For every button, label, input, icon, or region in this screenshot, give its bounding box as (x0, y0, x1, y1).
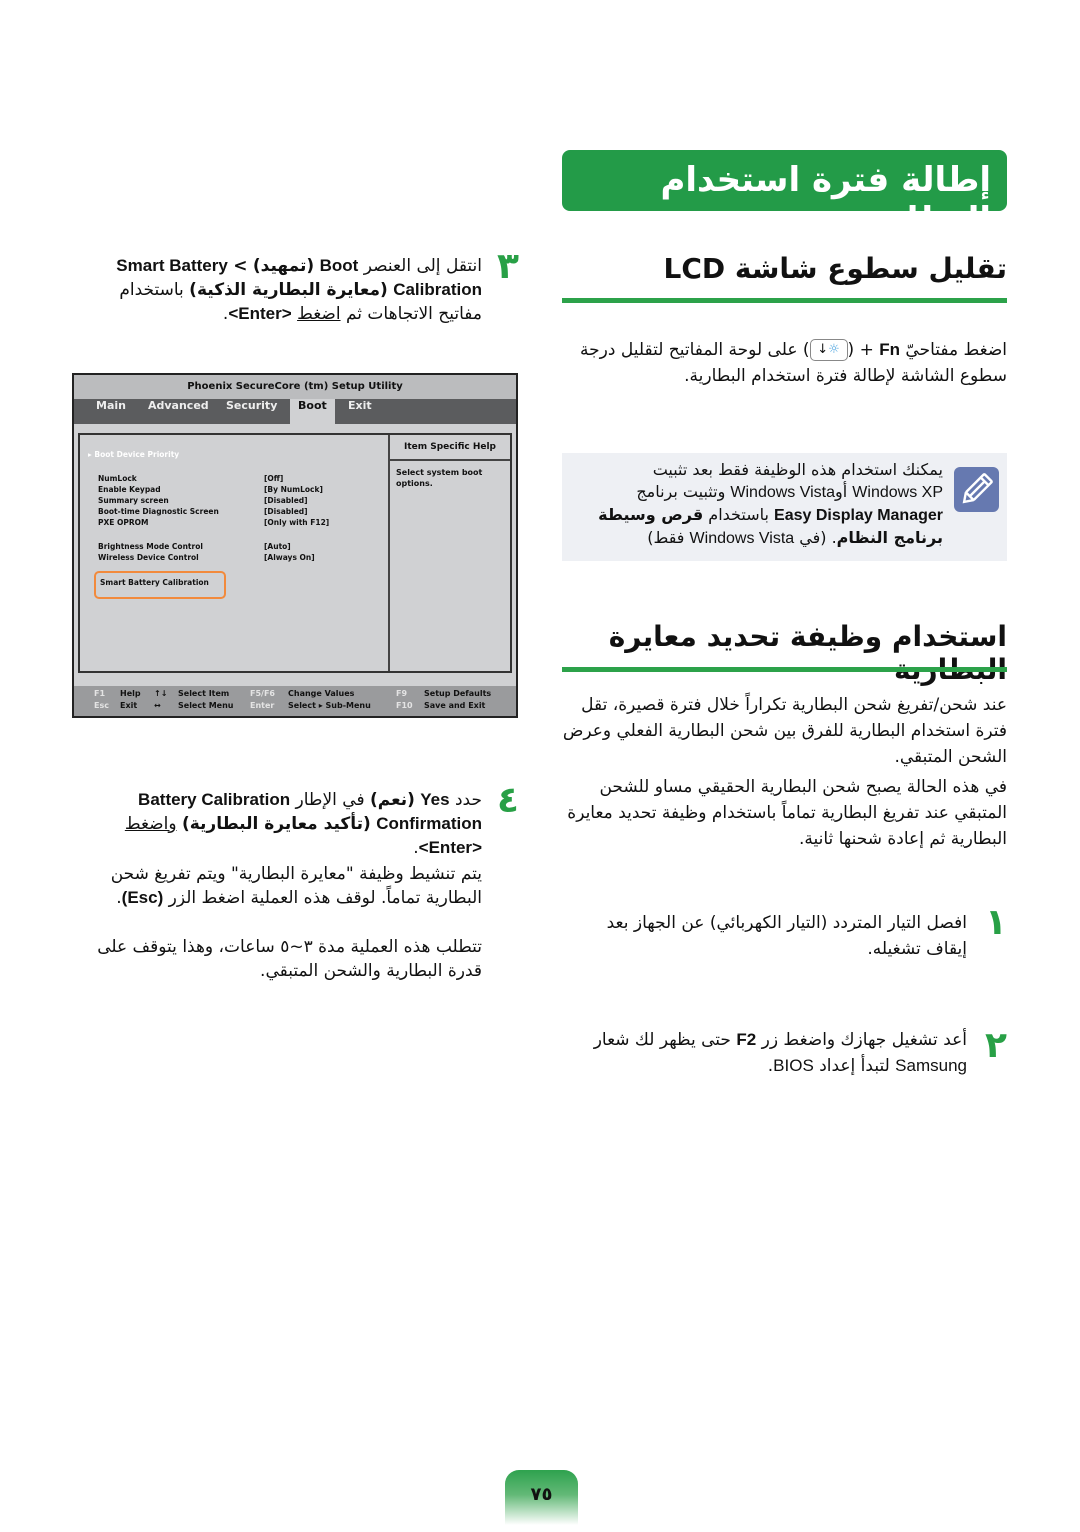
bios-boot-device-priority[interactable]: ▸ Boot Device Priority (88, 450, 179, 459)
step-4-subtext-2: تتطلب هذه العملية مدة ٣~٥ ساعات، وهذا يت… (97, 937, 482, 981)
bios-value[interactable]: [Disabled] (264, 496, 308, 505)
section-divider (562, 667, 1007, 672)
lcd-paragraph: اضغط مفتاحيّ Fn + (↓☼) على لوحة المفاتيح… (580, 339, 1007, 386)
bios-item-brightness-mode[interactable]: Brightness Mode Control (98, 542, 203, 551)
bios-tab-security[interactable]: Security (226, 399, 277, 424)
calibration-paragraph-2: في هذه الحالة يصبح شحن البطارية الحقيقي … (567, 777, 1007, 849)
bios-value[interactable]: [Auto] (264, 542, 291, 551)
brightness-down-key-icon: ↓☼ (809, 339, 848, 361)
bios-help-text: Select system boot options. (396, 468, 483, 488)
bios-panel-divider (388, 435, 390, 671)
bios-key: F1 (94, 689, 106, 698)
bios-tab-main[interactable]: Main (96, 399, 126, 424)
bios-key-desc: Change Values (288, 689, 355, 698)
bios-key: Enter (250, 701, 275, 710)
bios-value[interactable]: [Only with F12] (264, 518, 329, 527)
page-title: إطالة فترة استخدام البطارية (660, 160, 991, 240)
bios-main-panel: ▸ Boot Device Priority NumLock [Off] Ena… (78, 433, 512, 673)
bios-item-smart-battery-calibration[interactable]: Smart Battery Calibration (100, 578, 209, 587)
plus-sign: + (859, 340, 874, 360)
bios-tab-advanced[interactable]: Advanced (148, 399, 209, 424)
page-number-tab: ٧٥ (505, 1470, 578, 1525)
bios-item-summary-screen[interactable]: Summary screen (98, 496, 169, 505)
step-1-text: افصل التيار المتردد (التيار الكهربائي) ع… (606, 913, 967, 959)
pencil-note-icon (954, 467, 999, 512)
page-number: ٧٥ (530, 1484, 553, 1505)
bios-item-enable-keypad[interactable]: Enable Keypad (98, 485, 161, 494)
bios-key: F9 (396, 689, 408, 698)
bios-key-desc: Select Item (178, 689, 230, 698)
bios-item-pxe-oprom[interactable]: PXE OPROM (98, 518, 149, 527)
bios-key-desc: Save and Exit (424, 701, 486, 710)
step-number: ١ (985, 902, 1007, 943)
note-text: يمكنك استخدام هذه الوظيفة فقط بعد تثبيت … (598, 460, 943, 547)
bios-value[interactable]: [Disabled] (264, 507, 308, 516)
step-number: ٤ (497, 780, 519, 821)
bios-setup-screenshot: Phoenix SecureCore (tm) Setup Utility Ma… (72, 373, 518, 718)
step-number: ٣ (497, 246, 519, 287)
bios-key-desc: Setup Defaults (424, 689, 492, 698)
step-number: ٢ (985, 1025, 1007, 1066)
bios-key: F10 (396, 701, 413, 710)
calibration-paragraph-1: عند شحن/تفريغ شحن البطارية تكراراً خلال … (562, 695, 1007, 767)
step-4-text: حدد Yes (نعم) في الإطار Battery Calibrat… (124, 790, 482, 858)
bios-value[interactable]: [Always On] (264, 553, 315, 562)
title-banner: إطالة فترة استخدام البطارية (562, 150, 1007, 240)
bios-value[interactable]: [By NumLock] (264, 485, 323, 494)
bios-key-desc: Help (120, 689, 141, 698)
bios-tab-exit[interactable]: Exit (348, 399, 372, 424)
bios-tab-boot[interactable]: Boot (290, 399, 335, 424)
bios-key-desc: Select ▸ Sub-Menu (288, 701, 371, 710)
step-3-text: انتقل إلى العنصر Boot (تمهيد) > Smart Ba… (116, 256, 482, 324)
bios-item-numlock[interactable]: NumLock (98, 474, 137, 483)
calibration-section-heading: استخدام وظيفة تحديد معايرة البطارية (608, 620, 1007, 686)
bios-key: Esc (94, 701, 109, 710)
bios-help-header: Item Specific Help (390, 435, 510, 461)
note-box: يمكنك استخدام هذه الوظيفة فقط بعد تثبيت … (562, 453, 1007, 561)
bios-key-desc: Select Menu (178, 701, 234, 710)
lcd-text-pre: اضغط مفتاحيّ (905, 340, 1007, 360)
bios-key: ↑↓ (154, 689, 168, 698)
bios-title: Phoenix SecureCore (tm) Setup Utility (74, 375, 516, 399)
bios-value[interactable]: [Off] (264, 474, 283, 483)
bios-key: ↔ (154, 701, 161, 710)
bios-menu-bar: Main Advanced Security Boot Exit (74, 399, 516, 424)
lcd-section-heading: تقليل سطوع شاشة LCD (663, 252, 1007, 285)
step-2-text: أعد تشغيل جهازك واضغط زر F2 حتى يظهر لك … (593, 1030, 967, 1076)
step-4-subtext-1: يتم تنشيط وظيفة "معايرة البطارية" ويتم ت… (110, 864, 482, 908)
bios-footer: F1 Help Esc Exit ↑↓ Select Item ↔ Select… (74, 686, 516, 716)
bios-key-desc: Exit (120, 701, 138, 710)
bios-item-wireless-control[interactable]: Wireless Device Control (98, 553, 199, 562)
bios-item-boot-diagnostic[interactable]: Boot-time Diagnostic Screen (98, 507, 219, 516)
fn-key-label: Fn (879, 340, 900, 359)
section-divider (562, 298, 1007, 303)
bios-key: F5/F6 (250, 689, 275, 698)
